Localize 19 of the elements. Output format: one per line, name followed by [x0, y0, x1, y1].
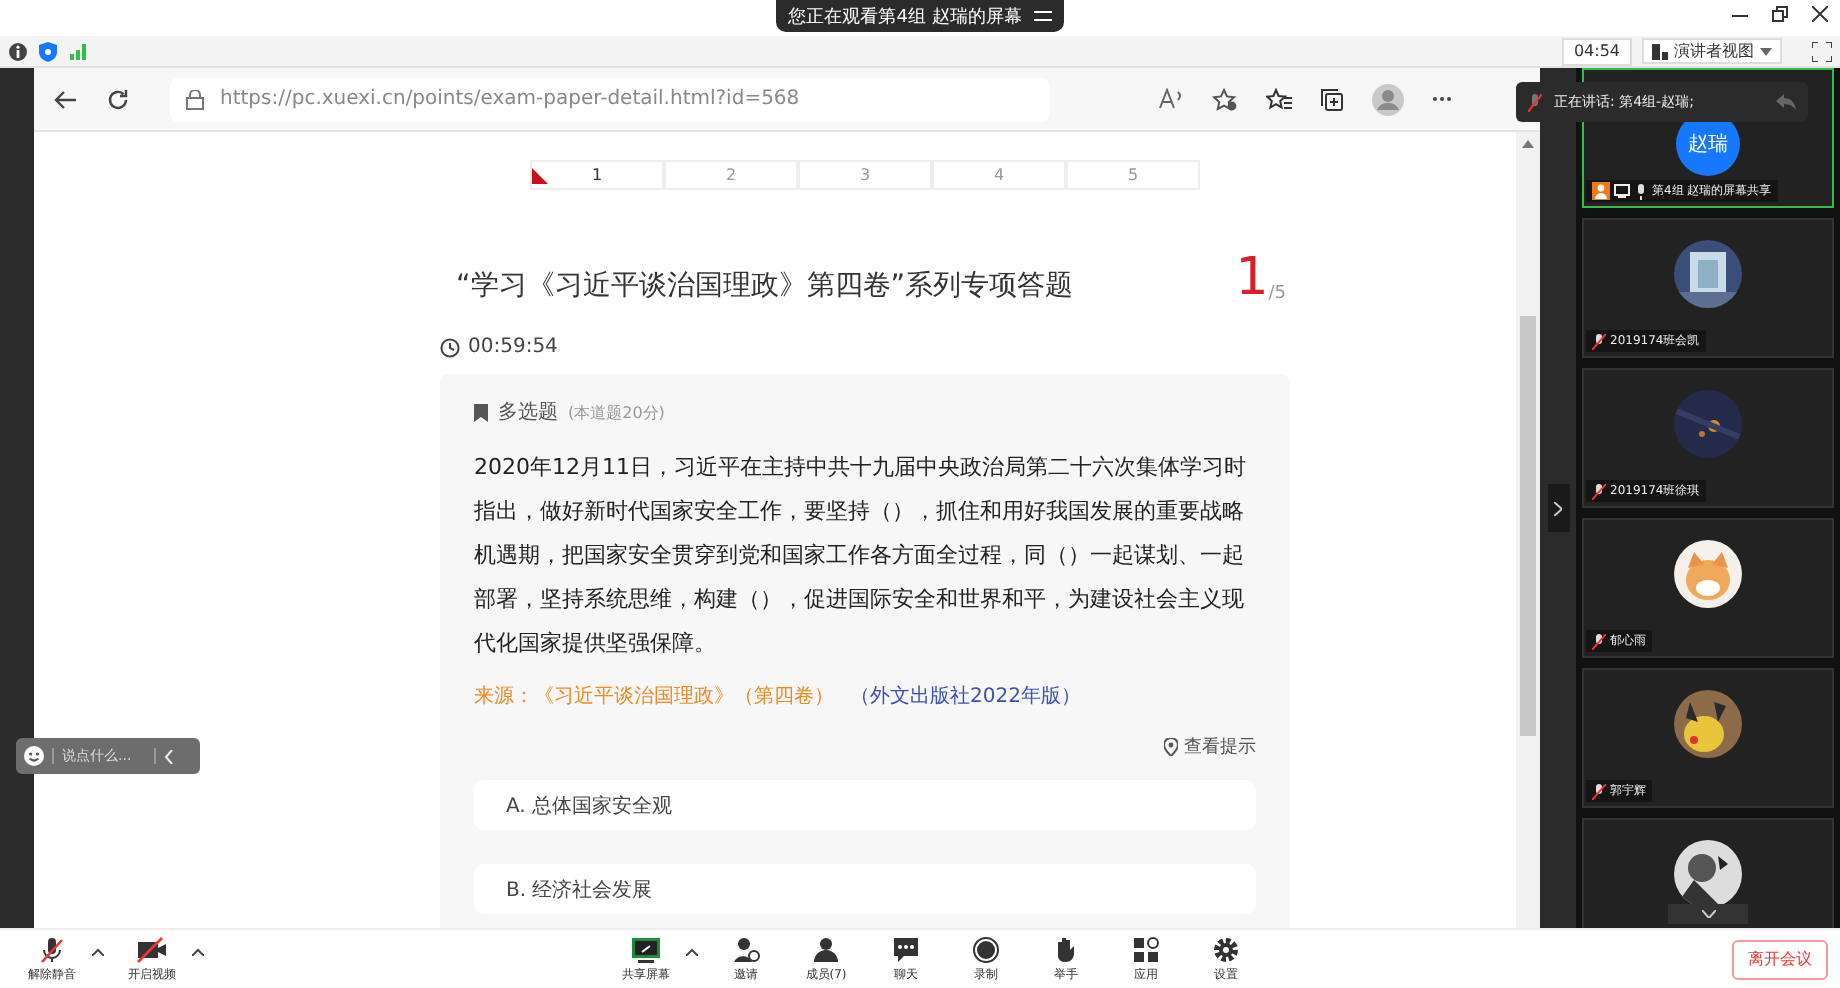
question-tab[interactable]: 1 — [530, 160, 664, 190]
banner-text: 您正在观看第4组 赵瑞的屏幕 — [788, 5, 1022, 29]
url-text: https://pc.xuexi.cn/points/exam-paper-detail.html?id=568 — [220, 88, 800, 110]
total-questions: /5 — [1268, 284, 1286, 304]
view-mode-dropdown[interactable]: 演讲者视图 — [1642, 38, 1782, 64]
publisher-text: （外文出版社2022年版） — [850, 683, 1081, 710]
answer-option[interactable]: A. 总体国家安全观 — [474, 780, 1256, 830]
question-score: (本道题20分) — [568, 401, 665, 423]
leave-meeting-button[interactable]: 离开会议 — [1732, 939, 1828, 979]
answer-option[interactable]: B. 经济社会发展 — [474, 864, 1256, 914]
address-bar[interactable]: https://pc.xuexi.cn/points/exam-paper-detail.html?id=568 — [170, 77, 1050, 121]
meeting-timer: 04:54 — [1561, 37, 1632, 65]
source-text: 来源：《习近平谈治国理政》（第四卷） — [474, 683, 834, 710]
countdown-timer: 00:59:54 — [468, 336, 558, 358]
exam-title: “学习《习近平谈治国理政》第四卷”系列专项答题 — [456, 268, 1074, 304]
question-type: 多选题 — [498, 399, 558, 426]
question-text: 2020年12月11日，习近平在主持中共十九届中央政治局第二十六次集体学习时指出，做好新时代国家安全工作，要坚持（），抓住和用好我国发展的重要战略机遇期，把国家安全贯穿到党和国家工作各方面全过程，同（）一起谋划、一起部署，坚持系统思维，构建（），促进国际安全和世界和平，为建设社会主义现代化国家提供坚强保障。 — [474, 452, 1248, 660]
current-question-number: 1 — [1235, 252, 1269, 304]
view-hint-link[interactable]: 查看提示 — [1164, 734, 1256, 760]
